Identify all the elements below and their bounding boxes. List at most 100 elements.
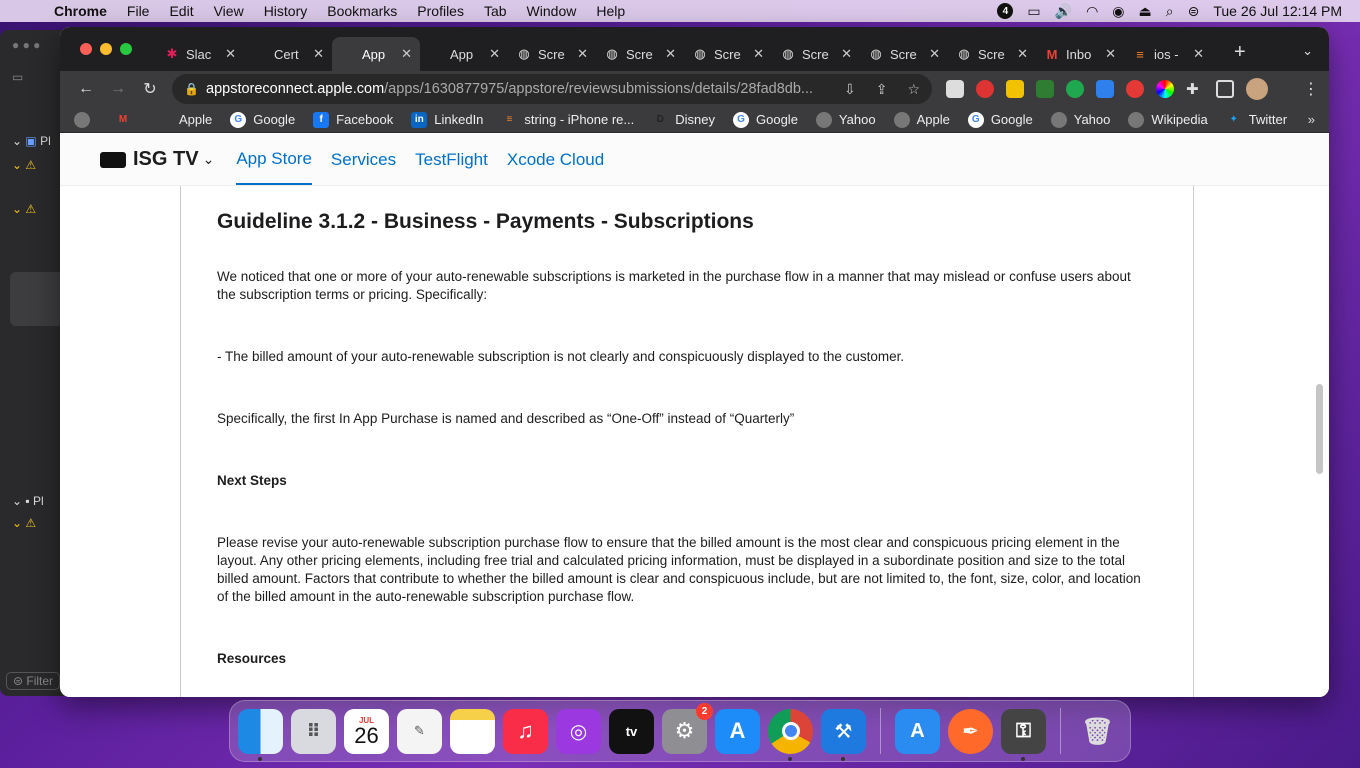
share-icon[interactable]: ⇪ xyxy=(876,81,888,98)
app-switcher[interactable]: ISG TV ⌄ xyxy=(100,148,214,171)
more-bookmarks-icon[interactable]: » xyxy=(1308,112,1315,127)
menu-bookmarks[interactable]: Bookmarks xyxy=(327,3,397,19)
menu-file[interactable]: File xyxy=(127,3,150,19)
minimize-window-button[interactable] xyxy=(100,43,112,55)
tab-screen[interactable]: ◍ Scre ✕ xyxy=(860,37,948,71)
xcode-icon[interactable]: ⚒ xyxy=(821,708,866,761)
extension-record-icon[interactable] xyxy=(1126,80,1144,98)
tab-slack[interactable]: ✱ Slac ✕ xyxy=(156,37,244,71)
menu-history[interactable]: History xyxy=(264,3,308,19)
textedit-icon[interactable]: ✎ xyxy=(397,708,442,754)
chrome-icon[interactable] xyxy=(768,708,813,761)
notification-count-icon[interactable]: 4 xyxy=(997,3,1014,19)
music-icon[interactable]: ♫ xyxy=(503,708,548,754)
app-store-icon[interactable]: A xyxy=(715,708,760,754)
bookmark-google[interactable]: G Google xyxy=(733,111,798,128)
extension-doc-icon[interactable] xyxy=(946,80,964,98)
menu-edit[interactable]: Edit xyxy=(169,3,193,19)
side-panel-icon[interactable] xyxy=(1216,80,1234,98)
keychain-access-icon[interactable]: ⚿ xyxy=(1001,708,1046,761)
finder-icon[interactable] xyxy=(238,708,283,761)
bookmark-item[interactable]: M xyxy=(115,112,138,128)
trash-icon[interactable]: 🗑 xyxy=(1075,709,1120,754)
bookmark-facebook[interactable]: f Facebook xyxy=(313,111,393,128)
tab-screen[interactable]: ◍ Scre ✕ xyxy=(596,37,684,71)
apple-tv-icon[interactable]: tv xyxy=(609,708,654,754)
tab-screen[interactable]: ◍ Scre ✕ xyxy=(948,37,1036,71)
bookmark-google[interactable]: G Google xyxy=(967,111,1033,128)
tab-app[interactable]: App ✕ xyxy=(420,37,508,71)
adblock-plus-icon[interactable] xyxy=(976,80,994,98)
new-tab-icon[interactable]: + xyxy=(1234,41,1246,64)
bookmark-linkedin[interactable]: in LinkedIn xyxy=(411,111,483,128)
bookmark-google[interactable]: G Google xyxy=(230,111,295,128)
close-tab-icon[interactable]: ✕ xyxy=(225,46,236,62)
menu-profiles[interactable]: Profiles xyxy=(417,3,464,19)
close-tab-icon[interactable]: ✕ xyxy=(1105,46,1116,62)
calendar-icon[interactable]: JUL 26 xyxy=(344,708,389,754)
close-tab-icon[interactable]: ✕ xyxy=(577,46,588,62)
bookmark-stackoverflow[interactable]: ≡ string - iPhone re... xyxy=(501,112,635,128)
tab-search-chevron-icon[interactable]: ⌄ xyxy=(1302,43,1313,59)
extension-blue-icon[interactable] xyxy=(1096,80,1114,98)
bookmark-yahoo[interactable]: Yahoo xyxy=(1050,111,1110,128)
nav-services[interactable]: Services xyxy=(331,136,396,184)
bookmark-disney[interactable]: D Disney xyxy=(652,112,715,128)
extension-color-wheel-icon[interactable] xyxy=(1156,80,1174,98)
extension-green-circle-icon[interactable] xyxy=(1066,80,1084,98)
bookmark-wikipedia[interactable]: Wikipedia xyxy=(1128,111,1208,128)
launchpad-icon[interactable]: ⠿ xyxy=(291,708,336,754)
tab-screen[interactable]: ◍ Scre ✕ xyxy=(772,37,860,71)
nav-app-store[interactable]: App Store xyxy=(236,135,312,185)
xcode-project-row[interactable]: ⌄ ▪ Pl xyxy=(12,494,44,508)
extensions-puzzle-icon[interactable]: ✚ xyxy=(1186,80,1204,98)
menu-app-chrome[interactable]: Chrome xyxy=(54,3,107,19)
close-tab-icon[interactable]: ✕ xyxy=(841,46,852,62)
datetime[interactable]: Tue 26 Jul 12:14 PM xyxy=(1213,3,1342,19)
tab-screen[interactable]: ◍ Scre ✕ xyxy=(508,37,596,71)
system-preferences-icon[interactable]: ⚙ 2 xyxy=(662,702,713,754)
tab-app-store-connect-active[interactable]: App ✕ xyxy=(332,37,420,71)
close-tab-icon[interactable]: ✕ xyxy=(665,46,676,62)
filter-field[interactable]: ⊜ Filter xyxy=(6,672,61,690)
notes-icon[interactable] xyxy=(450,708,495,754)
bookmark-star-icon[interactable]: ☆ xyxy=(907,81,920,98)
tab-screen[interactable]: ◍ Scre ✕ xyxy=(684,37,772,71)
page-scrollbar[interactable] xyxy=(1316,384,1323,474)
bookmark-apple[interactable]: Apple xyxy=(156,112,212,128)
podcasts-icon[interactable]: ◎ xyxy=(556,708,601,754)
nav-testflight[interactable]: TestFlight xyxy=(415,136,488,184)
menu-tab[interactable]: Tab xyxy=(484,3,507,19)
back-icon[interactable]: ← xyxy=(70,80,102,98)
bookmark-twitter[interactable]: ✦ Twitter xyxy=(1226,112,1288,128)
close-tab-icon[interactable]: ✕ xyxy=(401,46,412,62)
menu-help[interactable]: Help xyxy=(596,3,625,19)
extension-green-flag-icon[interactable] xyxy=(1036,80,1054,98)
spotlight-search-icon[interactable]: ⌕ xyxy=(1166,3,1174,20)
volume-icon[interactable]: 🔊 xyxy=(1055,3,1072,20)
chrome-menu-icon[interactable]: ⋮ xyxy=(1303,79,1319,99)
close-tab-icon[interactable]: ✕ xyxy=(489,46,500,62)
profile-avatar[interactable] xyxy=(1246,78,1268,100)
eject-icon[interactable]: ⏏ xyxy=(1139,3,1152,20)
screen-mirror-icon[interactable]: ▭ xyxy=(1027,3,1040,20)
close-tab-icon[interactable]: ✕ xyxy=(1017,46,1028,62)
extension-yellow-icon[interactable] xyxy=(1006,80,1024,98)
control-center-icon[interactable]: ⊜ xyxy=(1188,3,1200,20)
close-tab-icon[interactable]: ✕ xyxy=(1193,46,1204,62)
forward-icon[interactable]: → xyxy=(102,80,134,98)
bookmark-yahoo[interactable]: Yahoo xyxy=(815,111,876,128)
simulator-icon[interactable]: A xyxy=(895,708,940,754)
close-tab-icon[interactable]: ✕ xyxy=(929,46,940,62)
menu-window[interactable]: Window xyxy=(527,3,577,19)
lock-icon[interactable]: 🔒 xyxy=(184,82,199,96)
zoom-window-button[interactable] xyxy=(120,43,132,55)
close-tab-icon[interactable]: ✕ xyxy=(753,46,764,62)
pen-tool-icon[interactable]: ✒ xyxy=(948,708,993,754)
address-bar[interactable]: 🔒 appstoreconnect.apple.com /apps/163087… xyxy=(172,74,932,104)
wifi-icon[interactable]: ◠ xyxy=(1086,3,1098,20)
menu-view[interactable]: View xyxy=(214,3,244,19)
tab-stackoverflow[interactable]: ≡ ios - ✕ xyxy=(1124,37,1212,71)
nav-xcode-cloud[interactable]: Xcode Cloud xyxy=(507,136,604,184)
xcode-project-row[interactable]: ⌄ ▣ Pl xyxy=(12,134,51,148)
